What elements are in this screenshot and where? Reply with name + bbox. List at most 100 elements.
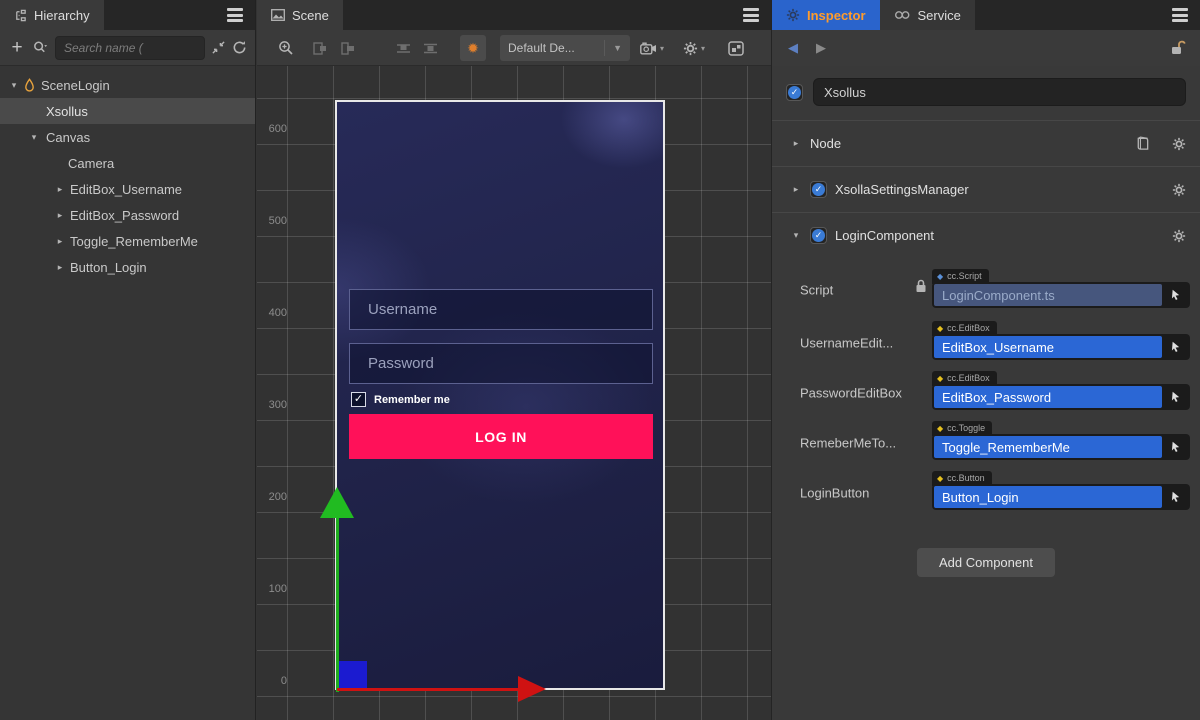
search-input[interactable]	[55, 36, 205, 60]
tree-node-editbox-password[interactable]: ▸ EditBox_Password	[0, 202, 255, 228]
script-asset-value[interactable]: LoginComponent.ts	[934, 284, 1162, 306]
tab-scene[interactable]: Scene	[257, 0, 343, 30]
unlock-icon[interactable]	[1170, 39, 1186, 56]
login-button[interactable]: LOG IN	[349, 414, 653, 459]
create-node-button[interactable]: +	[8, 38, 26, 57]
scene-image-icon	[271, 9, 285, 21]
loginbutton-ref-control: ◆ cc.Button Button_Login	[932, 484, 1190, 510]
section-login-component-label: LoginComponent	[835, 228, 934, 243]
layout-preview-icon[interactable]	[725, 35, 747, 61]
script-asset-control: ◆ cc.Script LoginComponent.ts	[932, 282, 1190, 308]
x-axis-line[interactable]	[337, 688, 518, 691]
scene-menu-icon[interactable]	[743, 8, 759, 22]
remember-me-checkbox[interactable]: ✓	[351, 392, 366, 407]
component-enabled-checkbox[interactable]: ✓	[810, 181, 827, 198]
ruler-label: 200	[261, 491, 287, 503]
caret-right-icon[interactable]: ▸	[54, 236, 66, 247]
caret-right-icon[interactable]: ▸	[54, 210, 66, 221]
distribute-middle-icon[interactable]	[420, 35, 440, 61]
component-gear-icon[interactable]	[1172, 183, 1186, 197]
game-canvas[interactable]: Username Password ✓ Remember me LOG IN	[335, 100, 665, 690]
ref-type-diamond-icon: ◆	[937, 323, 943, 334]
gizmo-toggle-button[interactable]: ✹	[460, 35, 486, 61]
node-picker-cursor-icon[interactable]	[1162, 386, 1188, 408]
zoom-icon[interactable]	[275, 35, 297, 61]
device-resolution-dropdown[interactable]: Default De... ▼	[500, 35, 630, 61]
tree-node-button-login[interactable]: ▸ Button_Login	[0, 254, 255, 280]
inspector-navrow: ◀ ▶	[772, 30, 1200, 66]
ref-type-diamond-icon: ◆	[937, 423, 943, 434]
add-component-button[interactable]: Add Component	[917, 548, 1055, 577]
tab-hierarchy[interactable]: Hierarchy	[0, 0, 104, 30]
tab-inspector[interactable]: Inspector	[772, 0, 880, 30]
rememberme-ref-value[interactable]: Toggle_RememberMe	[934, 436, 1162, 458]
section-login-component[interactable]: ▾ ✓ LoginComponent	[772, 212, 1200, 258]
tree-node-camera[interactable]: Camera	[0, 150, 255, 176]
history-back-button[interactable]: ◀	[788, 40, 798, 56]
scene-settings-gear-icon[interactable]: ▾	[680, 35, 708, 61]
node-picker-cursor-icon[interactable]	[1162, 486, 1188, 508]
node-picker-cursor-icon[interactable]	[1162, 336, 1188, 358]
tree-node-label: Toggle_RememberMe	[70, 234, 198, 249]
tree-node-scenelogin[interactable]: ▾ SceneLogin	[0, 72, 255, 98]
password-ref-control: ◆ cc.EditBox EditBox_Password	[932, 384, 1190, 410]
y-axis-line[interactable]	[336, 518, 339, 692]
asset-picker-cursor-icon[interactable]	[1162, 284, 1188, 306]
scene-viewport[interactable]: 600 500 400 300 200 100 0 Username Passw…	[257, 66, 771, 720]
caret-right-icon[interactable]: ▸	[54, 184, 66, 195]
node-docs-book-icon[interactable]	[1135, 136, 1150, 151]
tree-node-canvas[interactable]: ▾ Canvas	[0, 124, 255, 150]
caret-down-icon[interactable]: ▾	[8, 80, 20, 91]
ruler-label: 500	[261, 215, 287, 227]
node-active-checkbox[interactable]: ✓	[786, 84, 803, 101]
node-picker-cursor-icon[interactable]	[1162, 436, 1188, 458]
origin-gizmo-square	[339, 661, 367, 690]
inspector-menu-icon[interactable]	[1172, 8, 1188, 22]
chevron-down-icon: ▾	[660, 44, 664, 53]
password-editbox[interactable]: Password	[349, 343, 653, 384]
align-left-icon[interactable]	[310, 35, 330, 61]
hierarchy-tabbar: Hierarchy	[0, 0, 255, 30]
align-center-icon[interactable]	[338, 35, 358, 61]
prop-script-label: Script	[800, 283, 833, 298]
tree-node-xsollus[interactable]: Xsollus	[0, 98, 255, 124]
username-ref-value[interactable]: EditBox_Username	[934, 336, 1162, 358]
password-ref-value[interactable]: EditBox_Password	[934, 386, 1162, 408]
refresh-icon[interactable]	[232, 40, 247, 55]
search-filter-icon[interactable]	[32, 40, 49, 55]
tree-node-editbox-username[interactable]: ▸ EditBox_Username	[0, 176, 255, 202]
ref-type-diamond-icon: ◆	[937, 473, 943, 484]
caret-down-icon[interactable]: ▾	[28, 132, 40, 143]
tree-node-toggle-rememberme[interactable]: ▸ Toggle_RememberMe	[0, 228, 255, 254]
remember-me-label: Remember me	[374, 394, 450, 406]
tab-service[interactable]: Service	[880, 0, 975, 30]
collapse-all-icon[interactable]	[211, 40, 226, 55]
password-placeholder: Password	[368, 355, 434, 372]
loginbutton-ref-value[interactable]: Button_Login	[934, 486, 1162, 508]
caret-right-icon[interactable]: ▸	[790, 184, 802, 195]
tree-node-label: SceneLogin	[41, 78, 110, 93]
camera-dropdown-icon[interactable]: ▾	[638, 35, 666, 61]
caret-right-icon[interactable]: ▸	[790, 138, 802, 149]
node-settings-gear-icon[interactable]	[1172, 137, 1186, 151]
node-name-field[interactable]: Xsollus	[813, 78, 1186, 106]
caret-right-icon[interactable]: ▸	[54, 262, 66, 273]
distribute-top-icon[interactable]	[393, 35, 413, 61]
ref-type-badge: ◆ cc.Toggle	[932, 421, 992, 436]
remember-me-row: ✓ Remember me	[351, 392, 450, 407]
prop-username-editbox: UsernameEdit... ◆ cc.EditBox EditBox_Use…	[772, 318, 1200, 368]
asset-type-badge: ◆ cc.Script	[932, 269, 989, 284]
hierarchy-menu-icon[interactable]	[227, 8, 243, 22]
prop-rememberme-toggle: RemeberMeTo... ◆ cc.Toggle Toggle_Rememb…	[772, 418, 1200, 468]
caret-down-icon[interactable]: ▾	[790, 230, 802, 241]
section-xsolla-settings-manager[interactable]: ▸ ✓ XsollaSettingsManager	[772, 166, 1200, 212]
inspector-tabbar: Inspector Service	[772, 0, 1200, 30]
component-enabled-checkbox[interactable]: ✓	[810, 227, 827, 244]
y-axis-arrowhead[interactable]	[320, 487, 354, 518]
username-editbox[interactable]: Username	[349, 289, 653, 330]
x-axis-arrowhead[interactable]	[518, 676, 546, 702]
node-name-row: ✓ Xsollus	[772, 66, 1200, 120]
component-gear-icon[interactable]	[1172, 229, 1186, 243]
history-forward-button[interactable]: ▶	[816, 40, 826, 56]
section-node[interactable]: ▸ Node	[772, 120, 1200, 166]
